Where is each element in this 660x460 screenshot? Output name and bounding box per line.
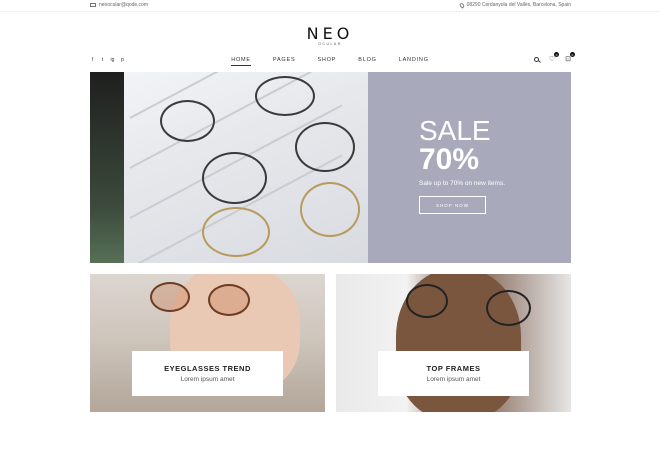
card-title: EYEGLASSES TREND	[164, 364, 251, 373]
sunglasses-lens	[150, 282, 190, 312]
email-text: neoocular@qode.com	[99, 2, 148, 8]
mail-icon	[90, 3, 96, 7]
card-subtitle: Lorem ipsum amet	[180, 376, 235, 383]
cart-count: 0	[570, 52, 575, 57]
contact-email[interactable]: neoocular@qode.com	[90, 2, 148, 8]
address-text: 08290 Cerdanyola del Vallès, Barcelona, …	[466, 2, 571, 8]
logo-word: NEO	[306, 24, 354, 43]
logo-subtitle: OCULAR	[318, 42, 342, 46]
cart-icon[interactable]: ⊡ 0	[565, 52, 575, 63]
nav-item-blog[interactable]: BLOG	[347, 57, 387, 63]
nav-item-pages[interactable]: PAGES	[262, 57, 307, 63]
glasses-lens	[300, 182, 360, 237]
search-icon[interactable]	[533, 56, 539, 62]
contact-address: 08290 Cerdanyola del Vallès, Barcelona, …	[458, 1, 571, 9]
nav-item-landing[interactable]: LANDING	[388, 57, 440, 63]
nav-item-home[interactable]: HOME	[220, 57, 262, 66]
sale-banner: SALE 70% Sale up to 70% on new items. SH…	[368, 72, 571, 263]
promo-card-frames[interactable]: TOP FRAMES Lorem ipsum amet	[336, 274, 571, 412]
header-actions: ♡ 0 ⊡ 0	[533, 52, 575, 63]
site-logo[interactable]: NEO OCULAR	[0, 24, 660, 46]
glasses-lens	[486, 290, 531, 326]
sale-percent: 70%	[419, 143, 480, 176]
location-pin-icon	[458, 1, 465, 9]
nav-item-shop[interactable]: SHOP	[306, 57, 347, 63]
card-subtitle: Lorem ipsum amet	[426, 376, 481, 383]
glasses-lens	[406, 284, 448, 318]
glasses-lens	[202, 207, 270, 257]
wishlist-count: 0	[554, 52, 560, 57]
glasses-lens	[255, 76, 315, 116]
shop-now-button[interactable]: SHOP NOW	[419, 196, 486, 214]
glasses-lens	[295, 122, 355, 172]
wishlist-icon[interactable]: ♡ 0	[549, 52, 560, 63]
card-title: TOP FRAMES	[426, 364, 481, 373]
hero-image	[90, 72, 368, 263]
sale-title: SALE	[419, 115, 491, 146]
top-bar: neoocular@qode.com 08290 Cerdanyola del …	[0, 0, 660, 12]
display-tray	[90, 72, 124, 263]
promo-card-eyeglasses[interactable]: EYEGLASSES TREND Lorem ipsum amet	[90, 274, 325, 412]
glasses-lens	[160, 100, 215, 142]
card-caption: TOP FRAMES Lorem ipsum amet	[378, 351, 529, 396]
sunglasses-lens	[208, 284, 250, 316]
card-caption: EYEGLASSES TREND Lorem ipsum amet	[132, 351, 283, 396]
glasses-lens	[202, 152, 267, 204]
sale-subtitle: Sale up to 70% on new items.	[419, 180, 505, 187]
